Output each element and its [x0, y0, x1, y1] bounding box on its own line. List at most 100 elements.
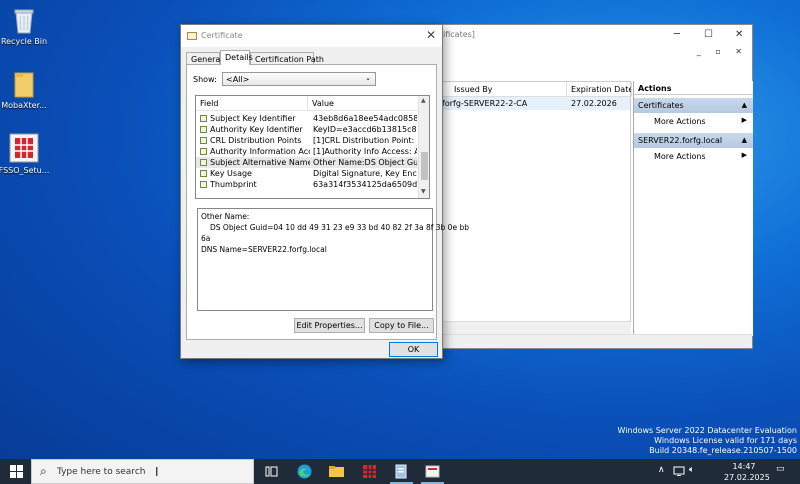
task-view-icon[interactable]	[263, 463, 280, 480]
field-name: Subject Key Identifier	[210, 114, 296, 123]
desktop-icon-recycle-bin[interactable]: Recycle Bin	[0, 6, 52, 46]
field-icon	[200, 115, 207, 122]
chevron-right-icon: ▶	[741, 151, 747, 159]
field-value: [1]CRL Distribution Point: Distr...	[313, 136, 417, 145]
collapse-icon[interactable]: ▲	[742, 136, 747, 144]
search-icon: ⌕	[40, 464, 47, 478]
fortinet-setup-icon	[9, 133, 39, 163]
taskbar-clock[interactable]: 14:47 27.02.2025	[724, 461, 770, 483]
expiration-cell: 27.02.2026	[571, 99, 617, 108]
desktop-icon-label: MobaXter...	[1, 101, 47, 110]
field-icon	[200, 159, 207, 166]
field-value: 63a314f3534125da6509d5c23...	[313, 180, 417, 189]
taskbar: ⌕ Type here to search I ∧ 🔈︎ ▭ 14:47 27.…	[0, 459, 800, 484]
desktop-icon-mobaxterm[interactable]: MobaXter...	[0, 70, 52, 110]
actions-section-server22[interactable]: SERVER22.forfg.local ▲	[634, 133, 753, 148]
field-icon	[200, 126, 207, 133]
clock-date: 27.02.2025	[724, 473, 770, 482]
fortinet-app-icon[interactable]	[361, 463, 378, 480]
list-item-selected[interactable]: Subject Alternative Name Other Name:DS O…	[196, 157, 419, 168]
issued-by-cell: forfg-SERVER22-2-CA	[442, 99, 528, 108]
field-value: 43eb8d6a18ee54adc0858096...	[313, 114, 417, 123]
desktop-icon-label: Recycle Bin	[0, 37, 48, 46]
field-detail-text[interactable]: Other Name: DS Object Guid=04 10 dd 49 3…	[197, 208, 469, 311]
list-item[interactable]: Authority Key Identifier KeyID=e3accd6b1…	[196, 124, 419, 135]
volume-icon[interactable]: 🔈︎	[689, 465, 694, 475]
field-name: CRL Distribution Points	[210, 136, 302, 145]
certificate-dialog: Certificate ✕ General Details Certificat…	[180, 24, 469, 359]
server-manager-icon[interactable]	[393, 463, 410, 480]
notification-icon[interactable]: ▭	[776, 464, 785, 474]
detail-line: DNS Name=SERVER22.forfg.local	[201, 245, 327, 254]
mmc-title: ificates]	[443, 30, 475, 39]
minimize-icon[interactable]: ─	[674, 29, 680, 40]
collapse-icon[interactable]: ▲	[742, 101, 747, 109]
close-icon[interactable]: ✕	[426, 28, 436, 42]
column-header-issued-by[interactable]: Issued By	[442, 82, 567, 97]
show-dropdown[interactable]: <All> ⌄	[222, 72, 376, 86]
desktop-icon-label: FSSO_Setu...	[0, 166, 50, 175]
mmc-child-window-controls[interactable]: _ ▫ ✕	[697, 47, 748, 56]
certificate-icon	[187, 32, 197, 40]
field-value: Digital Signature, Key Encipher...	[313, 169, 417, 178]
certificate-manager-icon[interactable]	[424, 463, 441, 480]
network-icon[interactable]	[673, 466, 685, 477]
show-dropdown-value: <All>	[226, 75, 250, 84]
text-cursor-icon: I	[155, 465, 159, 479]
folder-icon	[14, 72, 34, 98]
field-name: Thumbprint	[210, 180, 257, 189]
field-name: Key Usage	[210, 169, 252, 178]
vertical-scrollbar[interactable]: ▲ ▼	[418, 96, 429, 198]
field-name: Subject Alternative Name	[210, 158, 310, 167]
section-title: SERVER22.forfg.local	[638, 136, 723, 145]
scroll-down-icon[interactable]: ▼	[421, 188, 426, 195]
field-icon	[200, 148, 207, 155]
close-icon[interactable]: ✕	[735, 29, 743, 40]
scroll-up-icon[interactable]: ▲	[421, 97, 426, 104]
tab-details[interactable]: Details	[220, 50, 253, 65]
watermark-line: Build 20348.fe_release.210507-1500	[649, 446, 797, 455]
field-list[interactable]: Field Value Subject Key Identifier 43eb8…	[195, 95, 430, 199]
field-icon	[200, 137, 207, 144]
field-name: Authority Key Identifier	[210, 125, 303, 134]
column-header-value[interactable]: Value	[308, 96, 419, 111]
scroll-thumb[interactable]	[421, 152, 428, 180]
detail-line: Other Name:	[201, 212, 250, 221]
more-actions-label: More Actions	[654, 152, 706, 161]
windows-watermark: Windows Server 2022 Datacenter Evaluatio…	[617, 426, 797, 456]
edit-properties-button[interactable]: Edit Properties...	[294, 318, 365, 333]
windows-start-icon[interactable]	[10, 465, 23, 478]
field-value: KeyID=e3accd6b13815c8accb...	[313, 125, 417, 134]
column-header-field[interactable]: Field	[196, 96, 308, 111]
watermark-line: Windows Server 2022 Datacenter Evaluatio…	[617, 426, 797, 435]
maximize-icon[interactable]: ☐	[704, 29, 713, 40]
column-header-expiration[interactable]: Expiration Date	[567, 82, 632, 97]
actions-pane: Actions Certificates ▲ More Actions ▶ SE…	[633, 81, 753, 336]
taskbar-search-box[interactable]: ⌕ Type here to search I	[31, 459, 254, 484]
list-item[interactable]: CRL Distribution Points [1]CRL Distribut…	[196, 135, 419, 146]
detail-line: 6a	[201, 234, 211, 243]
desktop-icon-fsso-setup[interactable]: FSSO_Setu...	[0, 133, 52, 175]
watermark-line: Windows License valid for 171 days	[654, 436, 797, 445]
copy-to-file-button[interactable]: Copy to File...	[369, 318, 434, 333]
certificate-list: Issued By Expiration Date forfg-SERVER22…	[441, 81, 632, 336]
chevron-down-icon: ⌄	[365, 74, 371, 82]
details-panel: Show: <All> ⌄ Field Value Subject Key Id…	[186, 64, 469, 340]
edge-browser-icon[interactable]	[296, 463, 313, 480]
actions-section-certificates[interactable]: Certificates ▲	[634, 98, 753, 113]
chevron-right-icon: ▶	[741, 116, 747, 124]
list-item[interactable]: Key Usage Digital Signature, Key Enciphe…	[196, 168, 419, 179]
list-item[interactable]: Thumbprint 63a314f3534125da6509d5c23...	[196, 179, 419, 190]
more-actions-item[interactable]: More Actions ▶	[634, 113, 753, 129]
dialog-title: Certificate	[201, 31, 243, 40]
field-value: [1]Authority Info Access: Acc...	[313, 147, 417, 156]
file-explorer-icon[interactable]	[328, 463, 345, 480]
dialog-titlebar: Certificate ✕	[181, 25, 442, 47]
list-item[interactable]: Subject Key Identifier 43eb8d6a18ee54adc…	[196, 113, 419, 124]
field-value: Other Name:DS Object Guid=...	[313, 158, 417, 167]
more-actions-item[interactable]: More Actions ▶	[634, 148, 753, 164]
ok-button[interactable]: OK	[389, 342, 438, 357]
show-hidden-icons-chevron-up-icon[interactable]: ∧	[658, 465, 665, 475]
list-item[interactable]: Authority Information Access [1]Authorit…	[196, 146, 419, 157]
recycle-bin-icon	[14, 9, 34, 34]
